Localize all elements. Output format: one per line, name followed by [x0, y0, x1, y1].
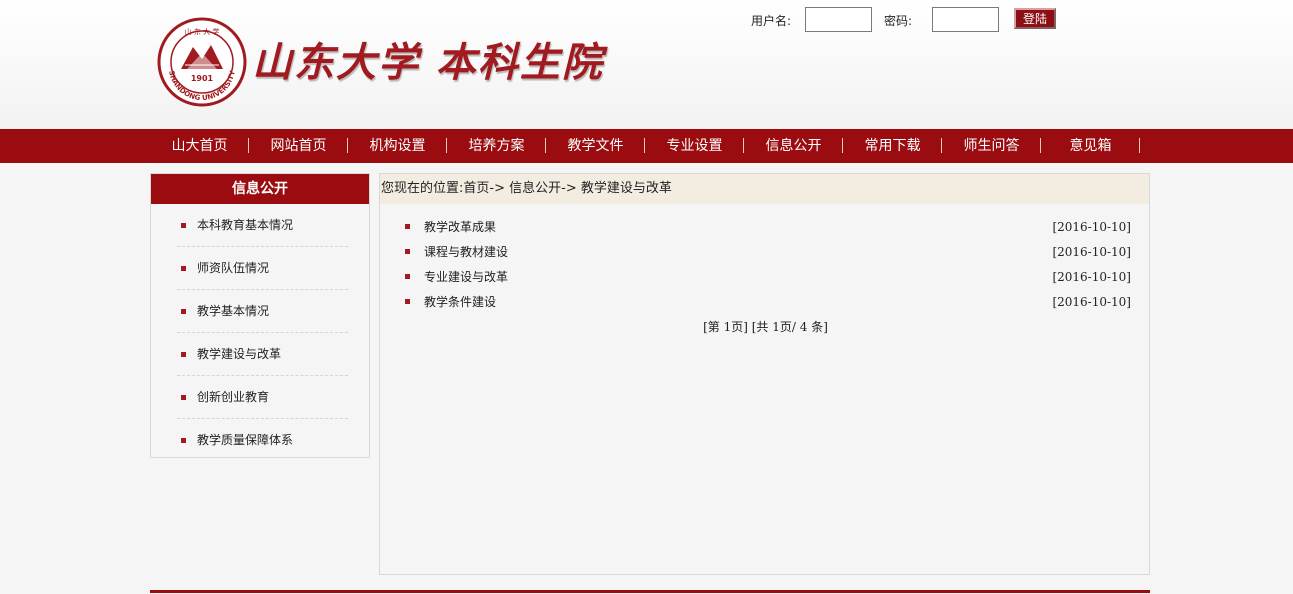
nav-item-feedback[interactable]: 意见箱: [1041, 129, 1140, 163]
list-item: 教学改革成果 [2016-10-10]: [403, 217, 1131, 242]
nav-item-downloads[interactable]: 常用下载: [843, 129, 942, 163]
sidebar-item-teaching-basics[interactable]: 教学基本情况: [177, 290, 348, 333]
breadcrumb-current-link[interactable]: 教学建设与改革: [581, 181, 672, 196]
article-date: [2016-10-10]: [1052, 295, 1131, 309]
article-date: [2016-10-10]: [1052, 270, 1131, 284]
password-label: 密码:: [884, 14, 913, 28]
bullet-icon: [405, 274, 410, 279]
nav-item-site-home[interactable]: 网站首页: [249, 129, 348, 163]
nav-item-organization[interactable]: 机构设置: [348, 129, 447, 163]
nav-item-majors[interactable]: 专业设置: [645, 129, 744, 163]
breadcrumb: 您现在的位置:首页-> 信息公开-> 教学建设与改革: [380, 174, 1149, 204]
article-link[interactable]: 专业建设与改革: [424, 270, 508, 284]
sidebar-item-innovation[interactable]: 创新创业教育: [177, 376, 348, 419]
sidebar-item-label: 创新创业教育: [197, 390, 270, 404]
bullet-icon: [181, 309, 186, 314]
password-input[interactable]: [932, 7, 999, 32]
username-input[interactable]: [805, 7, 872, 32]
sidebar-item-label: 教学建设与改革: [197, 347, 282, 361]
nav-item-teaching-docs[interactable]: 教学文件: [546, 129, 645, 163]
article-list: 教学改革成果 [2016-10-10] 课程与教材建设 [2016-10-10]…: [380, 204, 1149, 317]
nav-item-training-plan[interactable]: 培养方案: [447, 129, 546, 163]
nav-item-qa[interactable]: 师生问答: [942, 129, 1041, 163]
sidebar-title: 信息公开: [151, 174, 369, 204]
main-nav: 山大首页 网站首页 机构设置 培养方案 教学文件 专业设置 信息公开 常用下载 …: [0, 129, 1293, 163]
svg-text:1901: 1901: [191, 74, 214, 83]
list-item: 教学条件建设 [2016-10-10]: [403, 292, 1131, 317]
breadcrumb-separator: ->: [489, 181, 505, 196]
list-item: 课程与教材建设 [2016-10-10]: [403, 242, 1131, 267]
sidebar-item-label: 教学基本情况: [197, 304, 270, 318]
bullet-icon: [181, 352, 186, 357]
article-link[interactable]: 教学改革成果: [424, 220, 496, 234]
nav-item-sdu-home[interactable]: 山大首页: [150, 129, 249, 163]
sidebar-item-undergrad-overview[interactable]: 本科教育基本情况: [177, 204, 348, 247]
bullet-icon: [405, 299, 410, 304]
article-link[interactable]: 教学条件建设: [424, 295, 496, 309]
sidebar-item-quality-assurance[interactable]: 教学质量保障体系: [177, 419, 348, 462]
pagination-info: [第 1页] [共 1页/ 4 条]: [703, 320, 828, 334]
bullet-icon: [181, 395, 186, 400]
sidebar-item-faculty[interactable]: 师资队伍情况: [177, 247, 348, 290]
username-label: 用户名:: [751, 14, 792, 28]
bullet-icon: [405, 224, 410, 229]
nav-item-info-disclosure[interactable]: 信息公开: [744, 129, 843, 163]
sidebar-item-teaching-reform[interactable]: 教学建设与改革: [177, 333, 348, 376]
login-button[interactable]: 登陆: [1014, 8, 1056, 29]
breadcrumb-separator: ->: [561, 181, 577, 196]
site-header: SHANDONG UNIVERSITY 山 东 大 学 1901 山东大学 本科…: [0, 0, 1293, 129]
site-logo-text: 山东大学 本科生院: [252, 39, 604, 86]
login-form: 用户名: 密码: 登陆: [0, 7, 1293, 33]
bullet-icon: [405, 249, 410, 254]
article-date: [2016-10-10]: [1052, 245, 1131, 259]
breadcrumb-section-link[interactable]: 信息公开: [509, 181, 561, 196]
sidebar-item-label: 教学质量保障体系: [197, 433, 294, 447]
breadcrumb-prefix: 您现在的位置:: [381, 181, 464, 196]
bullet-icon: [181, 438, 186, 443]
article-link[interactable]: 课程与教材建设: [424, 245, 508, 259]
footer-divider: [150, 590, 1150, 593]
main-content: 您现在的位置:首页-> 信息公开-> 教学建设与改革 教学改革成果 [2016-…: [379, 173, 1150, 575]
sidebar-item-label: 师资队伍情况: [197, 261, 270, 275]
bullet-icon: [181, 223, 186, 228]
sidebar-item-label: 本科教育基本情况: [197, 218, 294, 232]
sidebar: 信息公开 本科教育基本情况 师资队伍情况 教学基本情况 教学建设与改革 创新创业…: [150, 173, 370, 458]
list-item: 专业建设与改革 [2016-10-10]: [403, 267, 1131, 292]
breadcrumb-home-link[interactable]: 首页: [463, 181, 489, 196]
bullet-icon: [181, 266, 186, 271]
sidebar-list: 本科教育基本情况 师资队伍情况 教学基本情况 教学建设与改革 创新创业教育 教学…: [151, 204, 369, 462]
article-date: [2016-10-10]: [1052, 220, 1131, 234]
